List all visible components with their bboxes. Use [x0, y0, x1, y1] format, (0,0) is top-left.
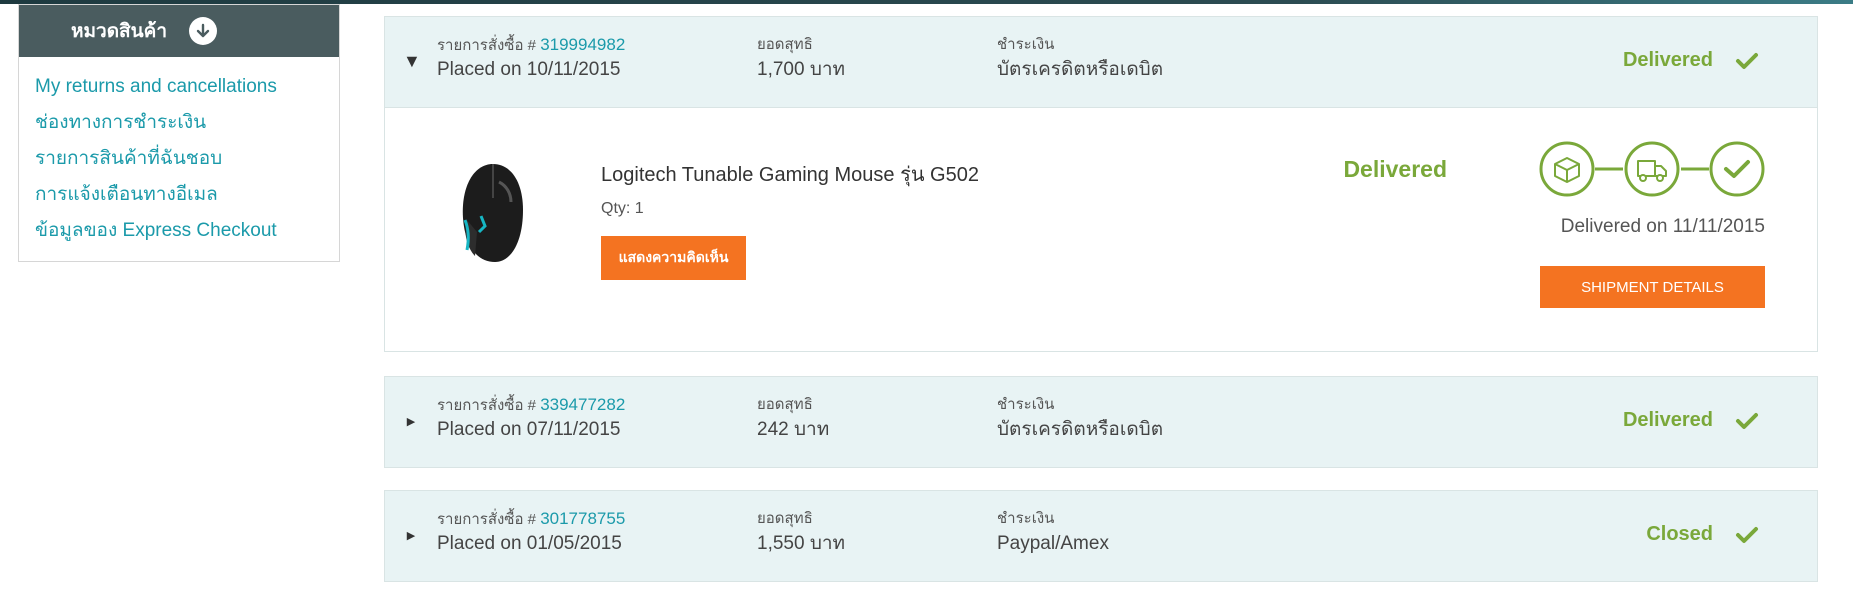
order-total-value: 1,700 บาท: [757, 59, 846, 80]
order-total-value: 242 บาท: [757, 419, 830, 440]
item-status: Delivered: [1343, 156, 1447, 182]
order-payment: ชำระเงิน บัตรเครดิตหรือเดบิต: [997, 395, 1163, 443]
category-sidebar: หมวดสินค้า My returns and cancellations …: [18, 4, 340, 262]
order-payment-value: บัตรเครดิตหรือเดบิต: [997, 59, 1164, 80]
product-image[interactable]: [453, 158, 533, 268]
order-total-value: 1,550 บาท: [757, 533, 846, 554]
order-status: Closed: [1646, 523, 1759, 546]
sidebar-link-express-checkout[interactable]: ข้อมูลของ Express Checkout: [35, 217, 339, 253]
sidebar-link-returns[interactable]: My returns and cancellations: [35, 73, 339, 109]
order-payment-value: Paypal/Amex: [997, 533, 1109, 554]
shipment-details-button[interactable]: SHIPMENT DETAILS: [1540, 266, 1765, 308]
order-total-label: ยอดสุทธิ: [757, 396, 813, 413]
checkmark-icon: [1709, 141, 1765, 197]
triangle-right-icon[interactable]: ▶: [403, 415, 419, 428]
order-header[interactable]: ▶ รายการสั่งซื้อ # 339477282 Placed on 0…: [385, 377, 1817, 467]
order-status: Delivered: [1623, 49, 1759, 72]
order-number-line: รายการสั่งซื้อ # 319994982: [437, 35, 625, 55]
order-total: ยอดสุทธิ 1,700 บาท: [757, 35, 845, 83]
order-status-text: Closed: [1646, 523, 1713, 545]
sidebar-link-payment-methods[interactable]: ช่องทางการชำระเงิน: [35, 109, 339, 145]
write-review-button[interactable]: แสดงความคิดเห็น: [601, 236, 746, 280]
checkmark-icon: [1736, 52, 1758, 69]
checkmark-icon: [1736, 526, 1758, 543]
order-header[interactable]: ▶ รายการสั่งซื้อ # 301778755 Placed on 0…: [385, 491, 1817, 581]
order-number-line: รายการสั่งซื้อ # 339477282: [437, 395, 625, 415]
product-quantity: Qty: 1: [601, 200, 644, 217]
sidebar-title: หมวดสินค้า: [71, 21, 168, 42]
order-placed-date: Placed on 07/11/2015: [437, 419, 621, 440]
truck-icon: [1624, 141, 1680, 197]
package-icon: [1539, 141, 1595, 197]
sidebar-link-wishlist[interactable]: รายการสินค้าที่ฉันชอบ: [35, 145, 339, 181]
sidebar-link-email-alerts[interactable]: การแจ้งเตือนทางอีเมล: [35, 181, 339, 217]
order-status-text: Delivered: [1622, 409, 1713, 431]
order-status: Delivered: [1623, 409, 1759, 432]
sidebar-header[interactable]: หมวดสินค้า: [19, 5, 339, 57]
order-card: ▶ รายการสั่งซื้อ # 301778755 Placed on 0…: [384, 490, 1818, 582]
order-payment-label: ชำระเงิน: [997, 36, 1055, 53]
order-number-line: รายการสั่งซื้อ # 301778755: [437, 509, 625, 529]
order-payment: ชำระเงิน Paypal/Amex: [997, 509, 1109, 557]
order-card: ▶ รายการสั่งซื้อ # 339477282 Placed on 0…: [384, 376, 1818, 468]
arrow-down-circle-icon[interactable]: [189, 17, 218, 45]
order-total: ยอดสุทธิ 1,550 บาท: [757, 509, 845, 557]
triangle-down-icon[interactable]: ▼: [403, 51, 421, 72]
order-number-label: รายการสั่งซื้อ #: [437, 397, 541, 414]
order-payment-label: ชำระเงิน: [997, 510, 1055, 527]
triangle-right-icon[interactable]: ▶: [403, 529, 419, 542]
order-card: ▼ รายการสั่งซื้อ # 319994982 Placed on 1…: [384, 16, 1818, 352]
order-info: รายการสั่งซื้อ # 319994982 Placed on 10/…: [437, 35, 625, 83]
order-status-text: Delivered: [1622, 49, 1713, 71]
shipment-tracker: [1539, 141, 1765, 197]
order-info: รายการสั่งซื้อ # 301778755 Placed on 01/…: [437, 509, 625, 557]
order-info: รายการสั่งซื้อ # 339477282 Placed on 07/…: [437, 395, 625, 443]
order-number-link[interactable]: 301778755: [540, 509, 625, 528]
sidebar-links: My returns and cancellations ช่องทางการช…: [19, 57, 339, 253]
product-name[interactable]: Logitech Tunable Gaming Mouse รุ่น G502: [601, 158, 979, 190]
checkmark-icon: [1736, 412, 1758, 429]
delivered-date: Delivered on 11/11/2015: [1560, 216, 1765, 237]
order-item: Logitech Tunable Gaming Mouse รุ่น G502 …: [385, 107, 1817, 351]
order-placed-date: Placed on 10/11/2015: [437, 59, 621, 80]
order-total-label: ยอดสุทธิ: [757, 510, 813, 527]
order-number-label: รายการสั่งซื้อ #: [437, 37, 541, 54]
order-payment-value: บัตรเครดิตหรือเดบิต: [997, 419, 1164, 440]
order-number-link[interactable]: 319994982: [540, 35, 625, 54]
order-number-link[interactable]: 339477282: [540, 395, 625, 414]
order-number-label: รายการสั่งซื้อ #: [437, 511, 541, 528]
order-payment-label: ชำระเงิน: [997, 396, 1055, 413]
order-payment: ชำระเงิน บัตรเครดิตหรือเดบิต: [997, 35, 1163, 83]
order-header[interactable]: ▼ รายการสั่งซื้อ # 319994982 Placed on 1…: [385, 17, 1817, 107]
order-total-label: ยอดสุทธิ: [757, 36, 813, 53]
order-total: ยอดสุทธิ 242 บาท: [757, 395, 829, 443]
order-placed-date: Placed on 01/05/2015: [437, 533, 622, 554]
